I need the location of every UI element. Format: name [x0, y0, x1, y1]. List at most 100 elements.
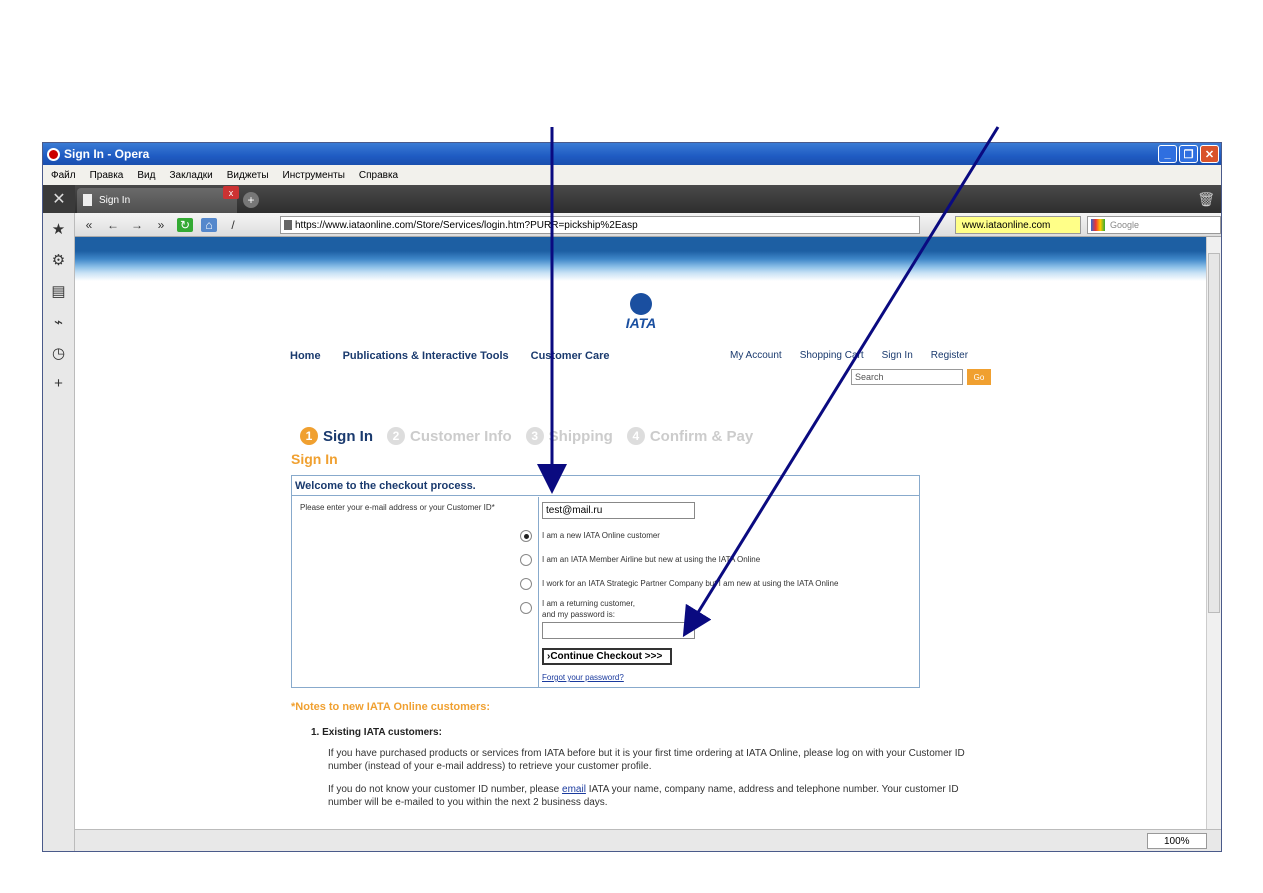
- notes-icon[interactable]: ▤: [43, 275, 74, 306]
- step-shipping: 3 Shipping: [525, 427, 613, 445]
- logo-text: IATA: [625, 315, 657, 331]
- nav-sign-in[interactable]: Sign In: [882, 350, 913, 361]
- status-bar: 100%: [75, 829, 1221, 851]
- checkout-form: Welcome to the checkout process. Please …: [291, 475, 920, 688]
- home-icon[interactable]: ⌂: [201, 217, 217, 232]
- tab-close-icon[interactable]: x: [223, 186, 239, 199]
- radio-returning-customer[interactable]: [520, 602, 532, 614]
- feeds-dish-icon[interactable]: ⌁: [43, 306, 74, 337]
- main-nav: Home Publications & Interactive Tools Cu…: [290, 350, 609, 362]
- nav-customer-care[interactable]: Customer Care: [531, 350, 610, 362]
- site-badge[interactable]: www.iataonline.com: [955, 216, 1081, 234]
- email-value: test@mail.ru: [546, 505, 603, 516]
- menu-edit[interactable]: Правка: [90, 170, 124, 181]
- step-number: 1: [300, 427, 318, 445]
- minimize-button[interactable]: _: [1158, 145, 1177, 163]
- checkout-steps: 1 Sign In 2 Customer Info 3 Shipping 4 C…: [300, 427, 753, 445]
- site-search-input[interactable]: Search: [851, 369, 963, 385]
- globe-icon: [630, 293, 652, 315]
- menu-view[interactable]: Вид: [137, 170, 155, 181]
- browser-window: Sign In - Opera _ ❐ ✕ Файл Правка Вид За…: [42, 142, 1222, 852]
- nav-my-account[interactable]: My Account: [730, 350, 782, 361]
- add-panel-icon[interactable]: +: [43, 368, 74, 399]
- form-title: Welcome to the checkout process.: [292, 476, 919, 496]
- nav-register[interactable]: Register: [931, 350, 968, 361]
- close-button[interactable]: ✕: [1200, 145, 1219, 163]
- forward-icon[interactable]: →: [129, 218, 145, 232]
- option-member-airline: I am an IATA Member Airline but new at u…: [542, 555, 761, 564]
- menu-bar: Файл Правка Вид Закладки Виджеты Инструм…: [43, 165, 1221, 185]
- notes-paragraph-1: If you have purchased products or servic…: [328, 748, 965, 772]
- scrollbar-thumb[interactable]: [1208, 253, 1220, 613]
- new-tab-icon[interactable]: +: [243, 192, 259, 208]
- notes-item-title: 1. Existing IATA customers:: [311, 727, 442, 738]
- step-sign-in: 1 Sign In: [300, 427, 373, 445]
- step-number: 4: [626, 427, 645, 445]
- notes-p2-start: If you do not know your customer ID numb…: [328, 784, 563, 795]
- notes-paragraph-2: If you do not know your customer ID numb…: [328, 783, 988, 809]
- page-content: IATA Home Publications & Interactive Too…: [75, 237, 1208, 831]
- bookmarks-star-icon[interactable]: ★: [43, 213, 74, 244]
- tab-sign-in[interactable]: Sign In x: [77, 186, 239, 213]
- email-link[interactable]: email: [562, 784, 586, 795]
- restore-button[interactable]: ❐: [1179, 145, 1198, 163]
- menu-tools[interactable]: Инструменты: [283, 170, 345, 181]
- address-bar: « ← → » ↻ ⌂ / https://www.iataonline.com…: [75, 213, 1221, 237]
- continue-checkout-button[interactable]: ›Continue Checkout >>>: [542, 648, 672, 665]
- site-badge-label: www.iataonline.com: [962, 219, 1051, 231]
- settings-gear-icon[interactable]: ⚙: [43, 244, 74, 275]
- history-clock-icon[interactable]: ◷: [43, 337, 74, 368]
- form-divider: [538, 497, 539, 687]
- option-returning-customer: I am a returning customer,: [542, 599, 635, 608]
- url-field[interactable]: https://www.iataonline.com/Store/Service…: [280, 216, 920, 234]
- title-bar: Sign In - Opera _ ❐ ✕: [43, 143, 1221, 165]
- radio-strategic-partner[interactable]: [520, 578, 532, 590]
- user-nav: My Account Shopping Cart Sign In Registe…: [730, 350, 968, 361]
- notes-heading: *Notes to new IATA Online customers:: [291, 701, 491, 713]
- url-text: https://www.iataonline.com/Store/Service…: [295, 219, 638, 231]
- menu-help[interactable]: Справка: [359, 170, 398, 181]
- page-icon: [284, 220, 292, 230]
- trash-icon[interactable]: 🗑: [1197, 191, 1215, 208]
- option-new-customer: I am a new IATA Online customer: [542, 531, 660, 540]
- window-title: Sign In - Opera: [64, 147, 150, 161]
- iata-logo[interactable]: IATA: [611, 293, 671, 333]
- zoom-field[interactable]: 100%: [1147, 833, 1207, 849]
- step-label: Shipping: [548, 427, 613, 445]
- step-number: 2: [387, 427, 405, 445]
- browser-search-input[interactable]: Google: [1087, 216, 1221, 234]
- nav-publications[interactable]: Publications & Interactive Tools: [343, 350, 509, 362]
- nav-shopping-cart[interactable]: Shopping Cart: [800, 350, 864, 361]
- step-label: Sign In: [323, 427, 373, 445]
- go-button[interactable]: Go: [967, 369, 991, 385]
- fast-forward-icon[interactable]: »: [153, 218, 169, 232]
- step-label: Confirm & Pay: [649, 427, 754, 445]
- menu-file[interactable]: Файл: [51, 170, 76, 181]
- opera-icon: [47, 147, 60, 161]
- forgot-password-link[interactable]: Forgot your password?: [542, 673, 624, 682]
- zoom-level: 100%: [1164, 835, 1190, 847]
- step-number: 3: [525, 427, 544, 445]
- back-icon[interactable]: ←: [105, 218, 121, 232]
- password-field[interactable]: [542, 622, 695, 639]
- reload-icon[interactable]: ↻: [177, 217, 193, 232]
- step-customer-info: 2 Customer Info: [387, 427, 512, 445]
- document-icon: [83, 194, 92, 206]
- page-title: Sign In: [291, 451, 338, 467]
- site-search-placeholder: Search: [855, 372, 884, 382]
- edit-icon[interactable]: /: [225, 218, 241, 232]
- option-password-label: and my password is:: [542, 610, 615, 619]
- site-banner: [75, 237, 1208, 281]
- nav-home[interactable]: Home: [290, 350, 321, 362]
- radio-member-airline[interactable]: [520, 554, 532, 566]
- email-field[interactable]: test@mail.ru: [542, 502, 695, 519]
- menu-bookmarks[interactable]: Закладки: [169, 170, 212, 181]
- rewind-icon[interactable]: «: [81, 218, 97, 232]
- tab-bar: ✕ Sign In x + 🗑: [43, 185, 1221, 213]
- google-icon: [1091, 219, 1105, 231]
- radio-new-customer[interactable]: [520, 530, 532, 542]
- option-strategic-partner: I work for an IATA Strategic Partner Com…: [542, 579, 839, 588]
- panels-tools-icon[interactable]: ✕: [43, 185, 75, 213]
- menu-widgets[interactable]: Виджеты: [227, 170, 269, 181]
- vertical-scrollbar[interactable]: [1206, 237, 1221, 831]
